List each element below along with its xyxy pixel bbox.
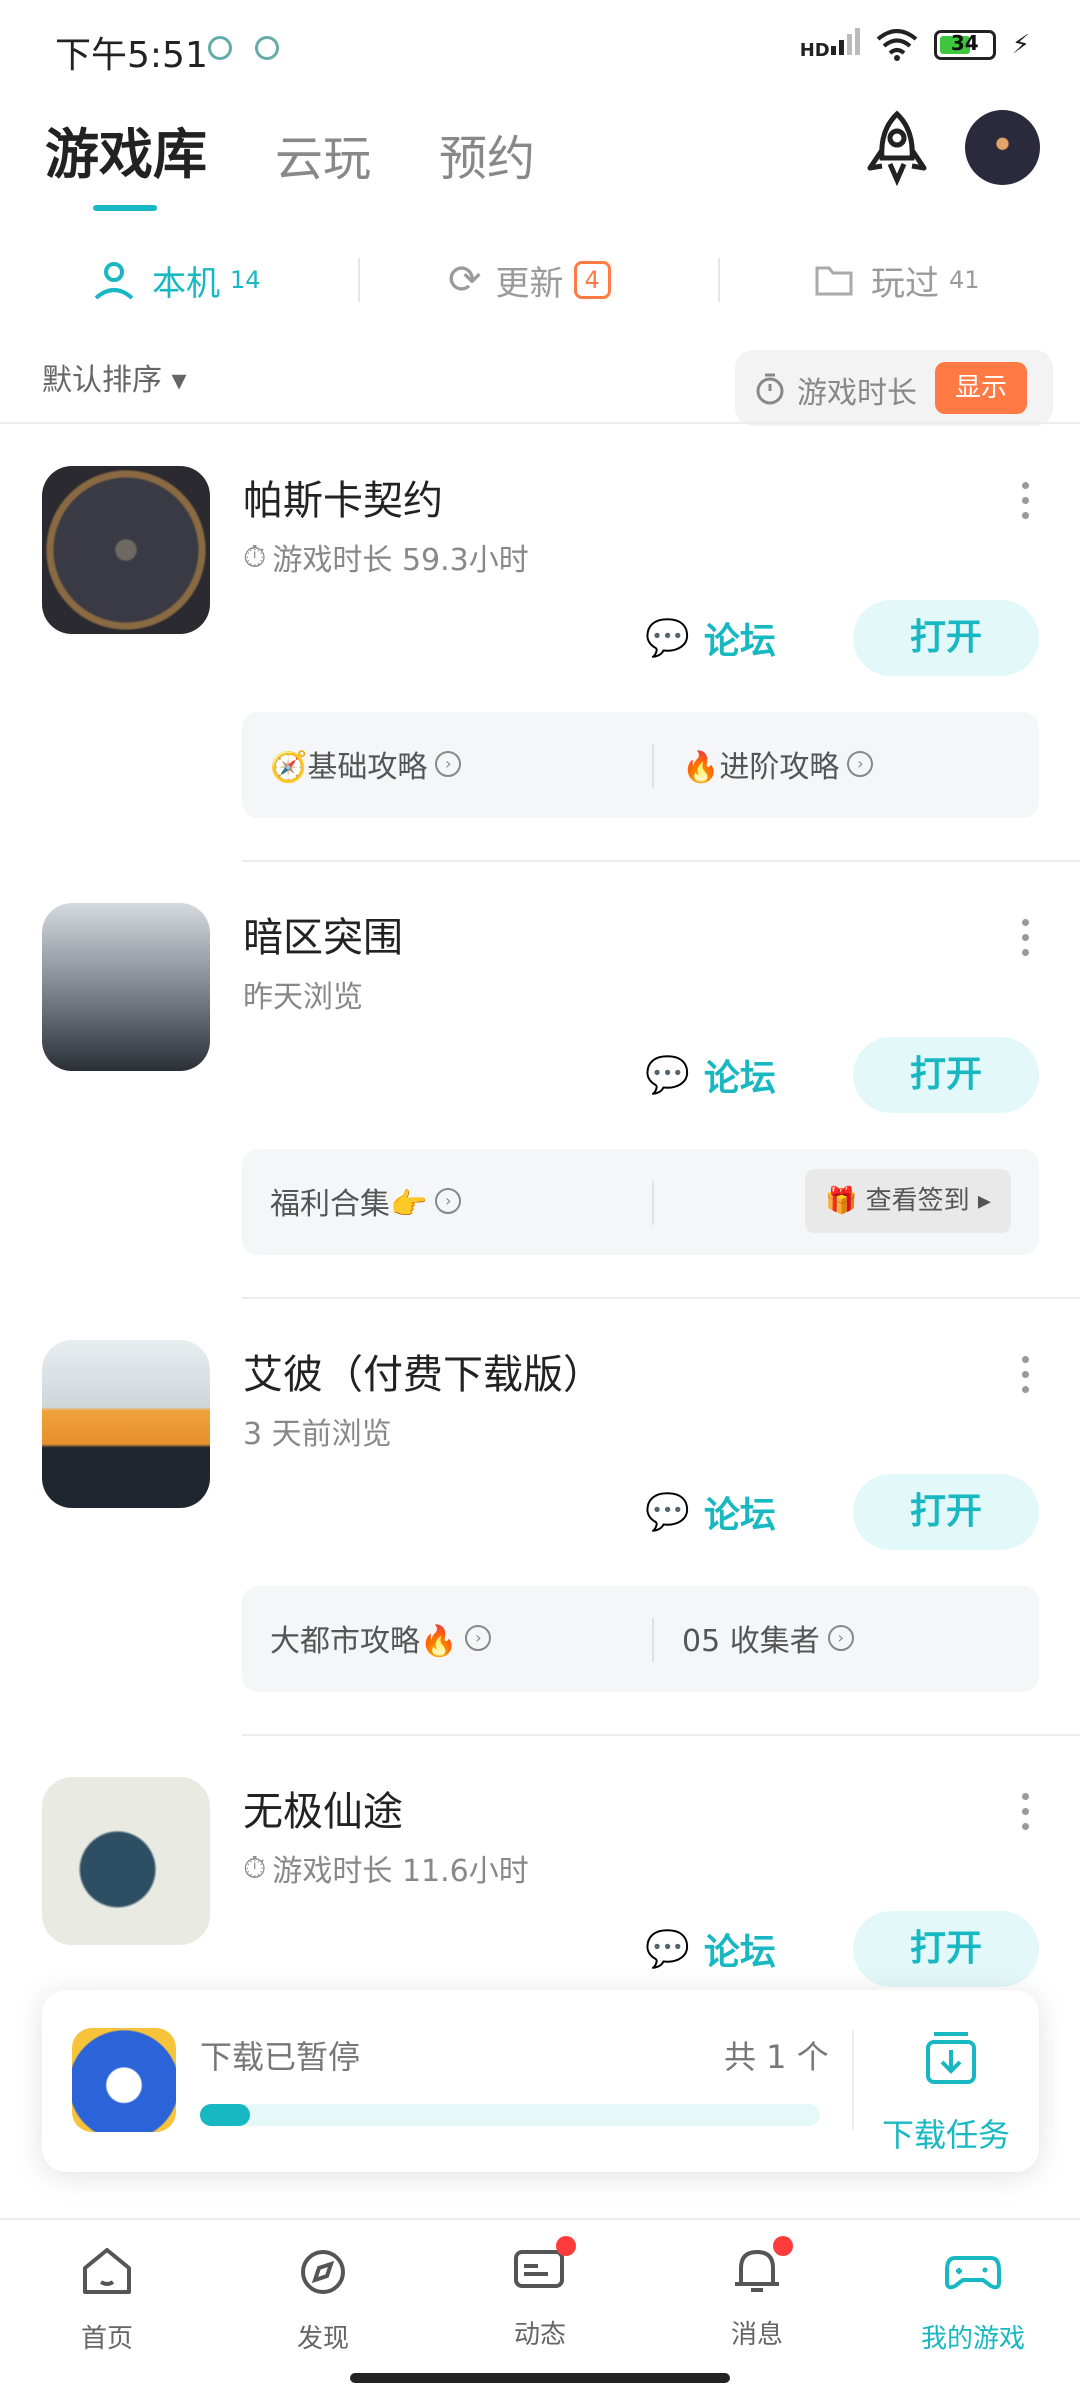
forum-icon: 💬 xyxy=(645,618,690,659)
download-task-button[interactable]: 下载任务 xyxy=(882,2110,1010,2156)
game-name: 帕斯卡契约 xyxy=(243,478,443,524)
forum-button[interactable]: 💬 论坛 xyxy=(645,1923,776,1975)
subtab-local[interactable]: 本机 14 xyxy=(92,250,261,310)
gamepad-icon xyxy=(945,2256,1001,2290)
nav-my-games[interactable]: 我的游戏 xyxy=(903,2240,1043,2355)
guide-link[interactable]: 大都市攻略🔥 › xyxy=(270,1616,492,1660)
forum-icon: 💬 xyxy=(645,1929,690,1970)
open-button[interactable]: 打开 xyxy=(853,600,1039,676)
subtab-played[interactable]: 玩过 41 xyxy=(815,250,980,310)
battery-icon: 34 xyxy=(933,29,996,60)
game-subtitle: 昨天浏览 xyxy=(243,980,363,1015)
arrow-icon: › xyxy=(435,751,462,777)
game-icon[interactable] xyxy=(42,903,210,1071)
folder-icon xyxy=(815,266,853,296)
timer-icon: ⏱ xyxy=(243,539,267,575)
tab-cloud-play[interactable]: 云玩 xyxy=(275,119,371,189)
home-icon xyxy=(83,2248,131,2294)
more-icon[interactable] xyxy=(1022,1793,1030,1838)
show-button[interactable]: 显示 xyxy=(935,362,1028,414)
more-icon[interactable] xyxy=(1022,1356,1030,1401)
download-count: 共 1 个 xyxy=(724,2038,829,2076)
guide-box: 大都市攻略🔥 › 05 收集者 › xyxy=(242,1586,1039,1692)
forum-button[interactable]: 💬 论坛 xyxy=(645,1486,776,1538)
download-progress-bar xyxy=(200,2104,820,2126)
download-panel[interactable]: 下载已暂停 共 1 个 下载任务 xyxy=(42,1990,1039,2172)
game-icon[interactable] xyxy=(42,466,210,634)
forum-icon: 💬 xyxy=(645,1055,690,1096)
game-subtitle: ⏱ 游戏时长 11.6小时 xyxy=(243,1850,529,1890)
game-icon[interactable] xyxy=(42,1777,210,1945)
charging-icon: ⚡ xyxy=(1011,29,1030,60)
forum-button[interactable]: 💬 论坛 xyxy=(645,1049,776,1101)
open-button[interactable]: 打开 xyxy=(853,1911,1039,1987)
signal-icon: HD xyxy=(800,28,860,61)
update-count-badge: 4 xyxy=(573,261,611,299)
arrow-icon: › xyxy=(827,1625,854,1651)
guide-link[interactable]: 🧭基础攻略 › xyxy=(270,742,462,786)
game-name: 艾彼（付费下载版） xyxy=(243,1352,603,1398)
person-icon xyxy=(94,262,134,300)
divider xyxy=(358,258,360,302)
forum-icon: 💬 xyxy=(645,1492,690,1533)
avatar[interactable] xyxy=(965,110,1040,185)
guide-box: 🧭基础攻略 › 🔥进阶攻略 › xyxy=(242,712,1039,818)
forum-button[interactable]: 💬 论坛 xyxy=(645,612,776,664)
home-indicator xyxy=(350,2373,730,2383)
rocket-icon[interactable] xyxy=(862,110,932,190)
download-status: 下载已暂停 xyxy=(200,2038,361,2076)
refresh-icon: ⟳ xyxy=(448,257,482,303)
nav-messages[interactable]: 消息 xyxy=(687,2236,827,2351)
sort-dropdown[interactable]: 默认排序 ▾ xyxy=(42,355,187,399)
arrow-icon: › xyxy=(847,751,874,777)
divider xyxy=(0,422,1080,424)
divider xyxy=(242,860,1080,862)
arrow-icon: › xyxy=(465,1625,492,1651)
guide-link[interactable]: 福利合集👉 › xyxy=(270,1179,462,1223)
guide-link[interactable]: 🔥进阶攻略 › xyxy=(682,742,874,786)
guide-box: 福利合集👉 › 🎁 查看签到 ▸ xyxy=(242,1149,1039,1255)
compass-icon xyxy=(301,2250,345,2294)
game-name: 无极仙途 xyxy=(243,1789,403,1835)
divider xyxy=(242,1734,1080,1736)
timer-icon: ⏱ xyxy=(243,1850,267,1886)
header-tabs: 游戏库 云玩 预约 xyxy=(45,110,603,189)
wifi-icon xyxy=(876,28,918,61)
active-tab-indicator xyxy=(93,205,157,211)
arrow-icon: › xyxy=(435,1188,462,1214)
notification-dot xyxy=(773,2236,793,2256)
tab-game-library[interactable]: 游戏库 xyxy=(45,110,207,189)
game-icon[interactable] xyxy=(42,1340,210,1508)
status-time: 下午5:51 xyxy=(55,35,208,76)
open-button[interactable]: 打开 xyxy=(853,1474,1039,1550)
more-icon[interactable] xyxy=(1022,919,1030,964)
open-button[interactable]: 打开 xyxy=(853,1037,1039,1113)
nav-feed[interactable]: 动态 xyxy=(470,2236,610,2351)
more-icon[interactable] xyxy=(1022,482,1030,527)
tab-reservation[interactable]: 预约 xyxy=(439,119,535,189)
divider xyxy=(242,1297,1080,1299)
game-subtitle: 3 天前浏览 xyxy=(243,1417,392,1452)
gift-icon: 🎁 xyxy=(825,1186,866,1216)
status-icons: HD 34 ⚡ xyxy=(800,28,1030,61)
guide-link[interactable]: 05 收集者 › xyxy=(682,1616,854,1660)
status-bar: 下午5:51 HD 34 ⚡ xyxy=(0,0,1080,100)
notification-icon xyxy=(208,36,232,60)
play-time-toggle[interactable]: 游戏时长 显示 xyxy=(735,350,1053,426)
download-task-icon xyxy=(926,2032,976,2084)
timer-icon xyxy=(756,373,784,405)
notification-icon xyxy=(255,36,279,60)
checkin-button[interactable]: 🎁 查看签到 ▸ xyxy=(805,1169,1011,1233)
divider xyxy=(718,258,720,302)
subtab-updates[interactable]: ⟳ 更新 4 xyxy=(448,250,611,310)
nav-discover[interactable]: 发现 xyxy=(253,2240,393,2355)
game-name: 暗区突围 xyxy=(243,915,403,961)
nav-home[interactable]: 首页 xyxy=(37,2240,177,2355)
game-subtitle: ⏱ 游戏时长 59.3小时 xyxy=(243,539,529,579)
notification-dot xyxy=(556,2236,576,2256)
download-game-icon xyxy=(72,2028,176,2132)
